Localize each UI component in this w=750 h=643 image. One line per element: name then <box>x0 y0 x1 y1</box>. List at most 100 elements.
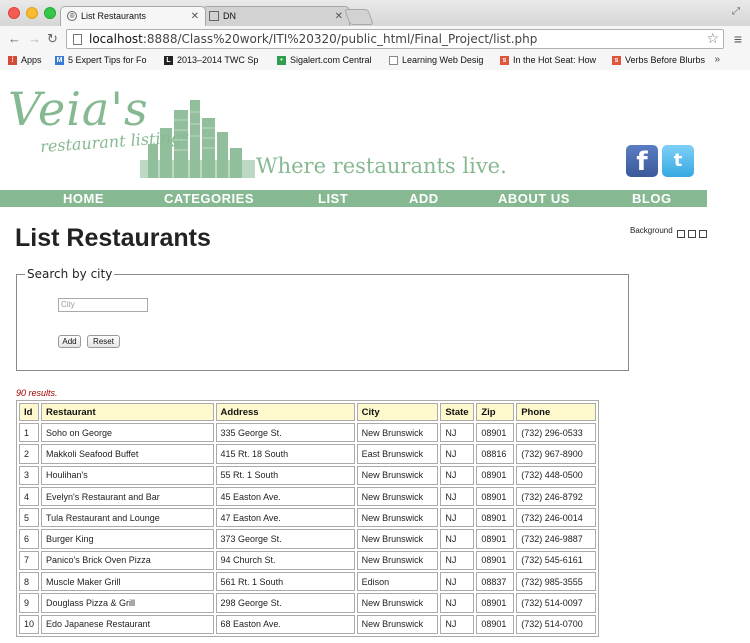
cell-id: 6 <box>19 529 40 549</box>
column-header-id[interactable]: Id <box>19 403 40 421</box>
menu-icon[interactable]: ≡ <box>734 31 742 47</box>
nav-about-us[interactable]: ABOUT US <box>498 190 570 207</box>
table-row: 10 Edo Japanese Restaurant 68 Easton Ave. N… <box>19 614 596 634</box>
back-arrow-icon[interactable]: ← <box>8 31 21 47</box>
column-header-phone[interactable]: Phone <box>516 403 596 421</box>
cell-id: 9 <box>19 593 40 613</box>
column-header-state[interactable]: State <box>440 403 475 421</box>
nav-blog[interactable]: BLOG <box>632 190 672 207</box>
column-header-zip[interactable]: Zip <box>476 403 515 421</box>
tab-list-restaurants[interactable]: ◎ List Restaurants ✕ <box>60 6 206 26</box>
forward-arrow-icon[interactable]: → <box>28 31 41 47</box>
results-count: 90 results. <box>16 388 58 398</box>
reload-icon[interactable]: ↻ <box>47 31 58 47</box>
column-header-address[interactable]: Address <box>215 403 355 421</box>
cell-city: New Brunswick <box>356 529 439 549</box>
table-row: 4 Evelyn's Restaurant and Bar 45 Easton Av… <box>19 486 596 507</box>
page-icon <box>73 34 82 45</box>
cell-phone: (732) 514-0097 <box>516 593 596 613</box>
table-row: 7 Panico's Brick Oven Pizza 94 Church St. N… <box>19 550 596 571</box>
table-row: 1 Soho on George 335 George St. New Brunswi… <box>19 423 596 443</box>
tab-title: List Restaurants <box>81 11 147 21</box>
cell-phone: (732) 545-6161 <box>516 550 596 571</box>
cell-state: NJ <box>440 444 475 464</box>
cell-phone: (732) 448-0500 <box>516 465 596 485</box>
cell-zip: 08901 <box>476 614 515 634</box>
background-option-3[interactable] <box>699 230 707 238</box>
facebook-icon[interactable]: f <box>626 145 658 177</box>
cell-restaurant: Muscle Maker Grill <box>41 572 214 592</box>
browser-chrome: ◎ List Restaurants ✕ DN ✕ ⤢ ← → ↻ localh… <box>0 0 750 70</box>
new-tab-button[interactable] <box>344 9 374 25</box>
table-body: 1 Soho on George 335 George St. New Brunswi… <box>19 423 596 634</box>
cell-id: 4 <box>19 486 40 507</box>
add-button[interactable]: Add <box>58 335 81 348</box>
table-header-row: Id Restaurant Address City State Zip Pho… <box>19 403 596 421</box>
bookmark-learning-web[interactable]: Learning Web Desig <box>389 54 483 67</box>
more-bookmarks-icon[interactable]: » <box>714 54 720 65</box>
cell-phone: (732) 514-0700 <box>516 614 596 634</box>
cell-id: 2 <box>19 444 40 464</box>
cell-state: NJ <box>440 614 475 634</box>
search-fieldset: Search by city City Add Reset <box>16 267 629 371</box>
bookmark-verbs[interactable]: s Verbs Before Blurbs <box>612 54 705 67</box>
zoom-window-button[interactable] <box>44 7 56 19</box>
tab-dn[interactable]: DN ✕ <box>202 6 350 26</box>
bookmark-star-icon[interactable]: ☆ <box>706 30 719 47</box>
cell-phone: (732) 985-3555 <box>516 572 596 592</box>
bm-red-icon: s <box>500 56 509 65</box>
twitter-icon[interactable]: t <box>662 145 694 177</box>
bookmark-apps[interactable]: ⁞ Apps <box>8 54 42 67</box>
cell-address: 373 George St. <box>215 529 355 549</box>
bookmarks-bar: ⁞ Apps M5 Expert Tips for Fo L 2013–2014 T… <box>0 52 750 70</box>
minimize-window-button[interactable] <box>26 7 38 19</box>
cell-restaurant: Douglass Pizza & Grill <box>41 593 214 613</box>
bookmark-hot-seat[interactable]: s In the Hot Seat: How <box>500 54 596 67</box>
background-label: Background <box>630 226 673 235</box>
cell-state: NJ <box>440 508 475 528</box>
page-icon <box>209 11 219 21</box>
address-bar[interactable]: localhost:8888/Class%20work/ITI%20320/pu… <box>66 29 724 49</box>
nav-add[interactable]: ADD <box>409 190 439 207</box>
nav-categories[interactable]: CATEGORIES <box>164 190 254 207</box>
main-nav: HOME CATEGORIES LIST ADD ABOUT US BLOG <box>0 190 707 207</box>
tab-title: DN <box>223 11 236 21</box>
nav-home[interactable]: HOME <box>63 190 104 207</box>
column-header-city[interactable]: City <box>356 403 439 421</box>
l-icon: L <box>164 56 173 65</box>
background-option-2[interactable] <box>688 230 696 238</box>
cell-restaurant: Panico's Brick Oven Pizza <box>41 550 214 571</box>
page-title: List Restaurants <box>15 224 211 252</box>
tab-close-icon[interactable]: ✕ <box>335 7 343 26</box>
city-search-input[interactable]: City <box>58 298 148 312</box>
nav-list[interactable]: LIST <box>318 190 348 207</box>
cell-city: New Brunswick <box>356 614 439 634</box>
close-window-button[interactable] <box>8 7 20 19</box>
site-logo[interactable]: Veia's <box>8 82 149 136</box>
bookmark-expert-tips[interactable]: M5 Expert Tips for Fo <box>55 54 147 67</box>
cell-state: NJ <box>440 465 475 485</box>
cell-phone: (732) 246-8792 <box>516 486 596 507</box>
fullscreen-icon[interactable]: ⤢ <box>732 6 740 17</box>
cell-restaurant: Evelyn's Restaurant and Bar <box>41 486 214 507</box>
cell-zip: 08901 <box>476 550 515 571</box>
m-icon: M <box>55 56 64 65</box>
globe-icon: ◎ <box>67 11 77 21</box>
reset-button[interactable]: Reset <box>87 335 120 348</box>
cell-phone: (732) 967-8900 <box>516 444 596 464</box>
cell-phone: (732) 246-0014 <box>516 508 596 528</box>
skyline-illustration <box>140 100 255 178</box>
column-header-restaurant[interactable]: Restaurant <box>41 403 214 421</box>
bookmark-twc[interactable]: L 2013–2014 TWC Sp <box>164 54 258 67</box>
cell-state: NJ <box>440 423 475 443</box>
bookmark-sigalert[interactable]: • Sigalert.com Central <box>277 54 372 67</box>
background-option-1[interactable] <box>677 230 685 238</box>
cell-city: New Brunswick <box>356 423 439 443</box>
cell-phone: (732) 246-9887 <box>516 529 596 549</box>
cell-zip: 08837 <box>476 572 515 592</box>
site-header: Veia's restaurant listings Where restaur… <box>0 70 750 190</box>
tab-close-icon[interactable]: ✕ <box>191 7 199 26</box>
cell-restaurant: Houlihan's <box>41 465 214 485</box>
cell-zip: 08901 <box>476 508 515 528</box>
cell-id: 10 <box>19 614 40 634</box>
